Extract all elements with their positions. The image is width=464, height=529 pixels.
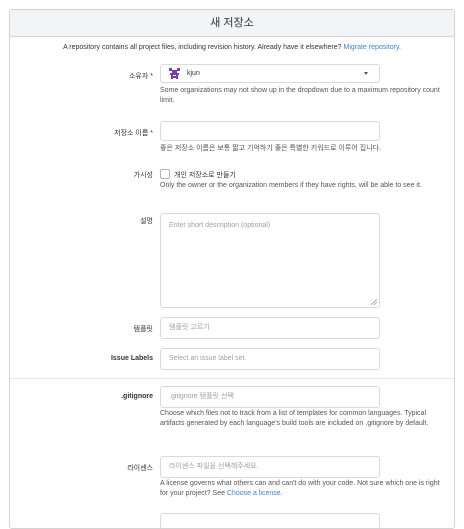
- gitignore-help: Choose which files not to track from a l…: [160, 410, 429, 427]
- license-select[interactable]: 라이센스 파일을 선택해주세요.: [160, 456, 380, 478]
- description-textarea[interactable]: Enter short description (optional): [160, 213, 380, 308]
- section-divider: [10, 378, 454, 379]
- repo-name-input[interactable]: [160, 121, 380, 141]
- license-placeholder: 라이센스 파일을 선택해주세요.: [169, 463, 259, 470]
- private-checkbox[interactable]: [160, 169, 170, 179]
- gitignore-select[interactable]: .gitignore 템플릿 선택: [160, 386, 380, 408]
- avatar-icon: [168, 67, 181, 80]
- owner-label: 소유자 *: [10, 71, 153, 81]
- license-help: A license governs what others can and ca…: [160, 479, 444, 499]
- owner-selected: kjun: [161, 65, 379, 82]
- visibility-help: Only the owner or the organization membe…: [160, 182, 422, 189]
- owner-dropdown[interactable]: kjun: [160, 64, 380, 83]
- intro-text: A repository contains all project files,…: [10, 44, 454, 51]
- issue-labels-placeholder: Select an issue label set.: [169, 355, 247, 362]
- gitignore-placeholder: .gitignore 템플릿 선택: [169, 393, 234, 400]
- issue-labels-label: Issue Labels: [110, 355, 153, 362]
- template-label: 템플릿: [133, 326, 153, 333]
- owner-required-mark: *: [150, 73, 153, 80]
- next-field-input[interactable]: [160, 513, 380, 528]
- template-placeholder: 템플릿 고르기: [169, 324, 210, 331]
- gitignore-label: .gitignore: [121, 393, 153, 400]
- license-label: 라이센스: [127, 465, 153, 472]
- issue-labels-select[interactable]: Select an issue label set.: [160, 348, 380, 370]
- repo-name-help: 좋은 저장소 이름은 보통 짧고 기억하기 좋은 특별한 키워드로 이루어 집니…: [160, 145, 382, 152]
- repo-name-label-text: 저장소 이름: [114, 130, 149, 137]
- page-title: 새 저장소: [210, 17, 254, 29]
- resize-handle-icon[interactable]: [371, 299, 377, 305]
- intro-description: A repository contains all project files,…: [63, 44, 342, 51]
- new-repository-form: 새 저장소 A repository contains all project …: [9, 9, 455, 529]
- template-select[interactable]: 템플릿 고르기: [160, 317, 380, 339]
- visibility-label: 가시성: [133, 172, 153, 179]
- owner-help: Some organizations may not show up in th…: [160, 87, 440, 104]
- repo-name-label: 저장소 이름 *: [10, 128, 153, 138]
- license-help-text: A license governs what others can and ca…: [160, 480, 440, 497]
- repo-name-required-mark: *: [150, 130, 153, 137]
- form-header: 새 저장소: [10, 10, 454, 37]
- migrate-repository-link[interactable]: Migrate repository.: [343, 44, 400, 51]
- private-checkbox-label[interactable]: 개인 저장소로 만들기: [174, 170, 236, 180]
- owner-label-text: 소유자: [128, 73, 149, 80]
- choose-license-link[interactable]: Choose a license.: [227, 490, 283, 497]
- description-placeholder: Enter short description (optional): [169, 222, 271, 229]
- chevron-down-icon: [364, 72, 368, 75]
- description-label: 설명: [140, 218, 153, 225]
- owner-name: kjun: [187, 70, 200, 77]
